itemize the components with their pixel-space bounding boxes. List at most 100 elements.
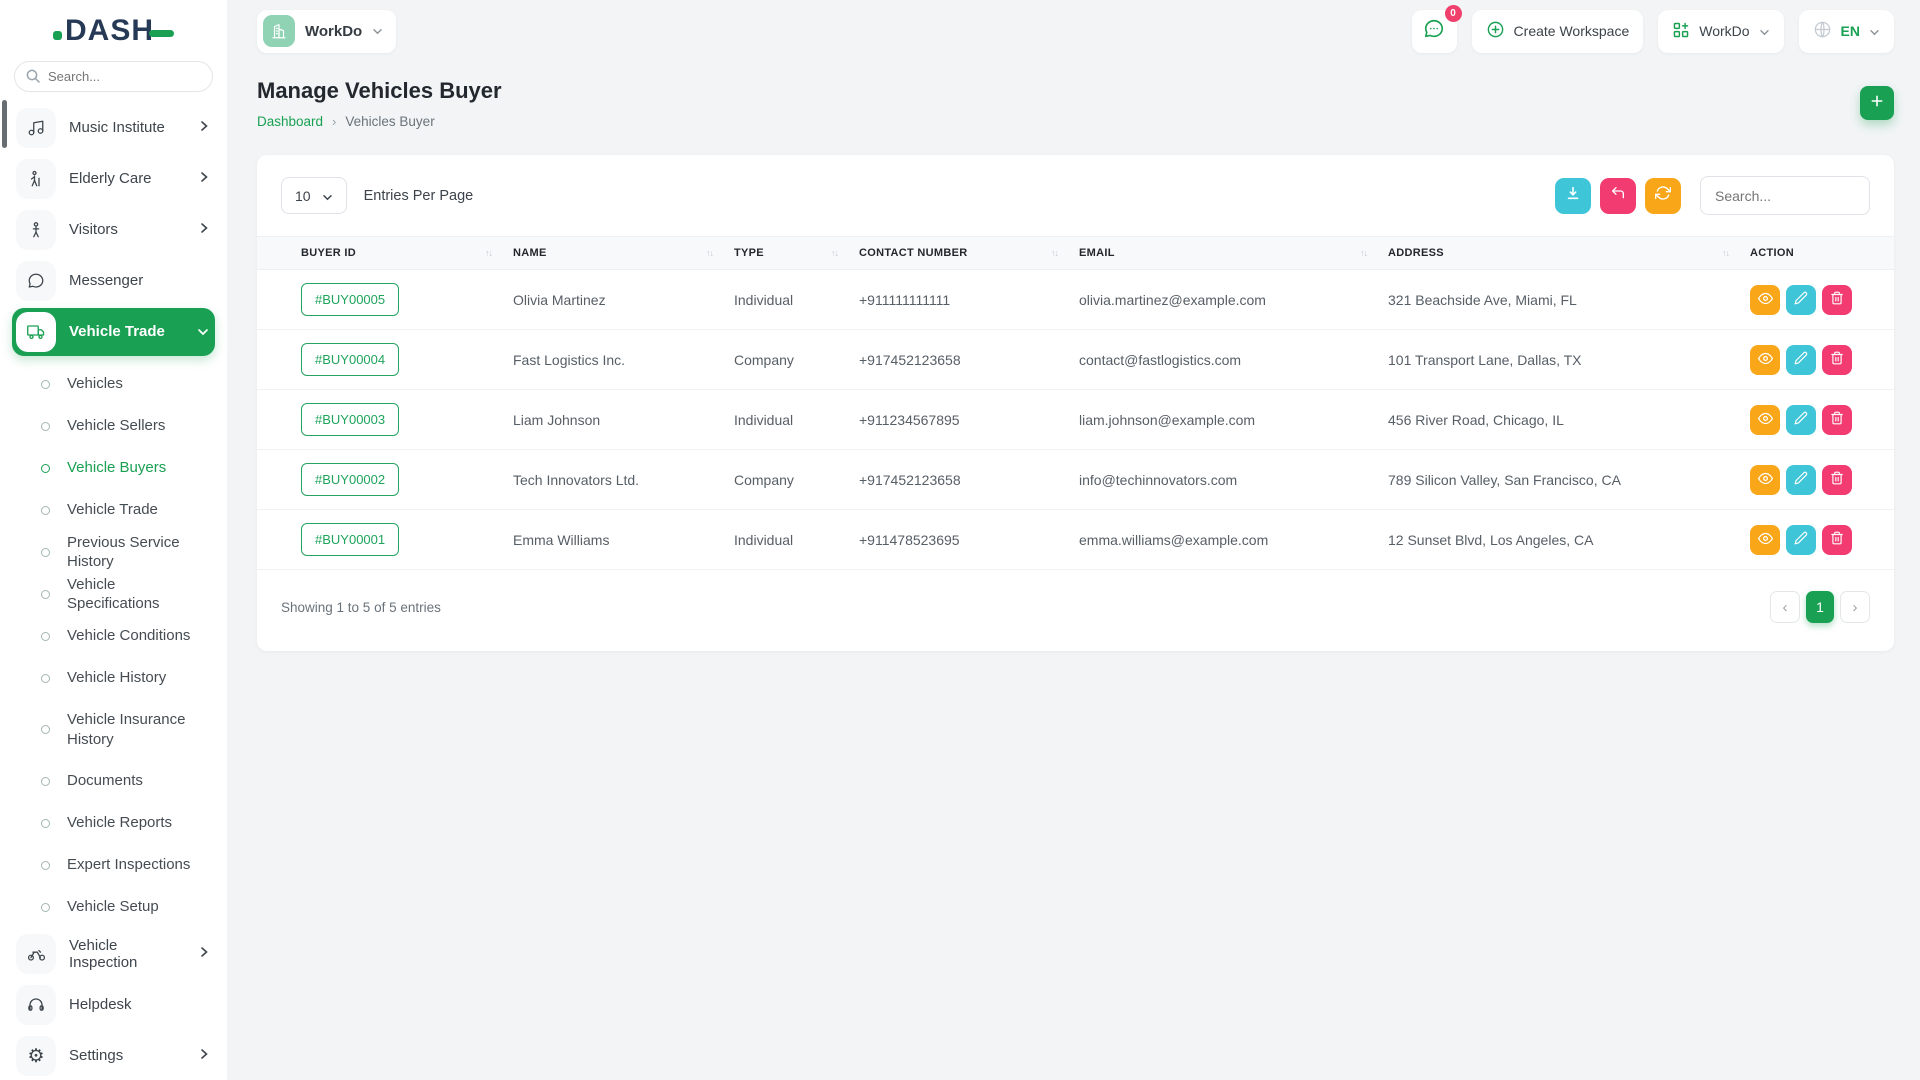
edit-button[interactable]: [1786, 344, 1816, 375]
sidebar-item-music-institute[interactable]: Music Institute: [12, 104, 215, 152]
sidebar-search-input[interactable]: [14, 61, 213, 92]
messages-button[interactable]: 0: [1411, 4, 1462, 53]
bullet-icon: [41, 860, 50, 870]
column-header-email[interactable]: EMAIL ↑↓: [1078, 236, 1387, 270]
export-button[interactable]: [1555, 177, 1591, 214]
trash-icon: [1830, 471, 1844, 488]
view-button[interactable]: [1750, 344, 1780, 375]
buyer-id-badge: #BUY00005: [301, 283, 400, 316]
language-selector[interactable]: EN: [1798, 9, 1894, 53]
breadcrumb: Dashboard › Vehicles Buyer: [257, 114, 502, 129]
view-button[interactable]: [1750, 284, 1780, 315]
buyer-id-badge: #BUY00002: [301, 463, 400, 496]
sidebar-subitem-vehicle-sellers[interactable]: Vehicle Sellers: [12, 405, 215, 447]
table-search-input[interactable]: [1700, 176, 1870, 215]
column-header-address[interactable]: ADDRESS ↑↓: [1387, 236, 1749, 270]
create-workspace-button[interactable]: Create Workspace: [1471, 9, 1644, 53]
sidebar-subitem-vehicle-buyers[interactable]: Vehicle Buyers: [12, 447, 215, 489]
sidebar-item-messenger[interactable]: Messenger: [12, 257, 215, 305]
bullet-icon: [41, 379, 50, 389]
sidebar-nav: Music Institute Elderly Care Visitors Me…: [0, 104, 227, 1080]
view-button[interactable]: [1750, 404, 1780, 435]
buyer-email: info@techinnovators.com: [1078, 449, 1387, 510]
breadcrumb-dashboard-link[interactable]: Dashboard: [257, 114, 323, 129]
sidebar-item-vehicle-inspection[interactable]: Vehicle Inspection: [12, 930, 215, 978]
bullet-icon: [41, 421, 50, 431]
brand-logo[interactable]: DASH: [0, 0, 227, 47]
pagination-prev-button[interactable]: ‹: [1770, 591, 1800, 623]
sidebar-item-elderly-care[interactable]: Elderly Care: [12, 155, 215, 203]
sidebar-item-settings[interactable]: ⚙ Settings: [12, 1032, 215, 1080]
sidebar-subitem-vehicle-trade[interactable]: Vehicle Trade: [12, 489, 215, 531]
pencil-icon: [1794, 471, 1808, 488]
view-button[interactable]: [1750, 524, 1780, 555]
buyer-name: Tech Innovators Ltd.: [512, 449, 733, 510]
sidebar-item-visitors[interactable]: Visitors: [12, 206, 215, 254]
sidebar-subitem-vehicle-setup[interactable]: Vehicle Setup: [12, 886, 215, 928]
edit-button[interactable]: [1786, 464, 1816, 495]
bullet-icon: [41, 547, 50, 557]
sidebar-scrollbar-thumb[interactable]: [2, 100, 7, 148]
edit-button[interactable]: [1786, 284, 1816, 315]
buyer-address: 789 Silicon Valley, San Francisco, CA: [1387, 449, 1749, 510]
add-buyer-button[interactable]: [1860, 86, 1894, 120]
column-header-name[interactable]: NAME ↑↓: [512, 236, 733, 270]
delete-button[interactable]: [1822, 344, 1852, 375]
workdo-menu-button[interactable]: WorkDo: [1658, 9, 1784, 53]
pagination-next-button[interactable]: ›: [1840, 591, 1870, 623]
plus-icon: [1869, 93, 1885, 114]
column-header-contact-number[interactable]: CONTACT NUMBER ↑↓: [858, 236, 1078, 270]
sidebar-subitem-expert-inspections[interactable]: Expert Inspections: [12, 844, 215, 886]
building-icon: [263, 15, 295, 47]
table-row: #BUY00003 Liam Johnson Individual +91123…: [257, 389, 1894, 450]
edit-button[interactable]: [1786, 524, 1816, 555]
trash-icon: [1830, 411, 1844, 428]
pagination-page-1[interactable]: 1: [1806, 591, 1834, 623]
breadcrumb-separator: ›: [332, 114, 337, 129]
chevron-down-icon: [322, 188, 333, 204]
refresh-button[interactable]: [1645, 177, 1681, 214]
chevron-right-icon: [199, 221, 209, 239]
sidebar-subitem-vehicles[interactable]: Vehicles: [12, 363, 215, 405]
buyer-contact: +911111111111: [858, 269, 1078, 330]
sidebar-subitem-documents[interactable]: Documents: [12, 760, 215, 802]
sidebar-subitem-vehicle-reports[interactable]: Vehicle Reports: [12, 802, 215, 844]
eye-icon: [1757, 531, 1773, 549]
eye-icon: [1757, 291, 1773, 309]
delete-button[interactable]: [1822, 284, 1852, 315]
sidebar-item-vehicle-trade[interactable]: Vehicle Trade: [12, 308, 215, 356]
back-button[interactable]: [1600, 177, 1636, 214]
chevron-right-icon: [199, 119, 209, 137]
sidebar-item-helpdesk[interactable]: Helpdesk: [12, 981, 215, 1029]
pencil-icon: [1794, 291, 1808, 308]
breadcrumb-current: Vehicles Buyer: [345, 114, 435, 129]
delete-button[interactable]: [1822, 404, 1852, 435]
table-row: #BUY00002 Tech Innovators Ltd. Company +…: [257, 449, 1894, 510]
buyer-name: Emma Williams: [512, 509, 733, 570]
entries-per-page-select[interactable]: 10: [281, 177, 347, 214]
workspace-switcher[interactable]: WorkDo: [257, 9, 397, 53]
buyer-type: Individual: [733, 509, 858, 570]
eye-icon: [1757, 411, 1773, 429]
delete-button[interactable]: [1822, 464, 1852, 495]
column-header-buyer-id[interactable]: BUYER ID ↑↓: [257, 236, 512, 270]
plus-circle-icon: [1486, 20, 1505, 42]
search-icon: [25, 68, 41, 89]
view-button[interactable]: [1750, 464, 1780, 495]
sidebar-subitem-vehicle-insurance-history[interactable]: Vehicle Insurance History: [12, 699, 215, 760]
sidebar-subitem-previous-service-history[interactable]: Previous Service History: [12, 531, 215, 573]
sidebar-subitem-vehicle-specifications[interactable]: Vehicle Specifications: [12, 573, 215, 615]
vehicle-trade-submenu: Vehicles Vehicle Sellers Vehicle Buyers …: [12, 359, 215, 930]
sidebar-subitem-vehicle-conditions[interactable]: Vehicle Conditions: [12, 615, 215, 657]
motorcycle-icon: [16, 934, 56, 974]
column-header-type[interactable]: TYPE ↑↓: [733, 236, 858, 270]
delete-button[interactable]: [1822, 524, 1852, 555]
sidebar-subitem-vehicle-history[interactable]: Vehicle History: [12, 657, 215, 699]
buyer-name: Fast Logistics Inc.: [512, 329, 733, 390]
trash-icon: [1830, 531, 1844, 548]
bullet-icon: [41, 589, 50, 599]
pencil-icon: [1794, 531, 1808, 548]
showing-entries-text: Showing 1 to 5 of 5 entries: [281, 599, 441, 615]
buyer-type: Company: [733, 329, 858, 390]
edit-button[interactable]: [1786, 404, 1816, 435]
